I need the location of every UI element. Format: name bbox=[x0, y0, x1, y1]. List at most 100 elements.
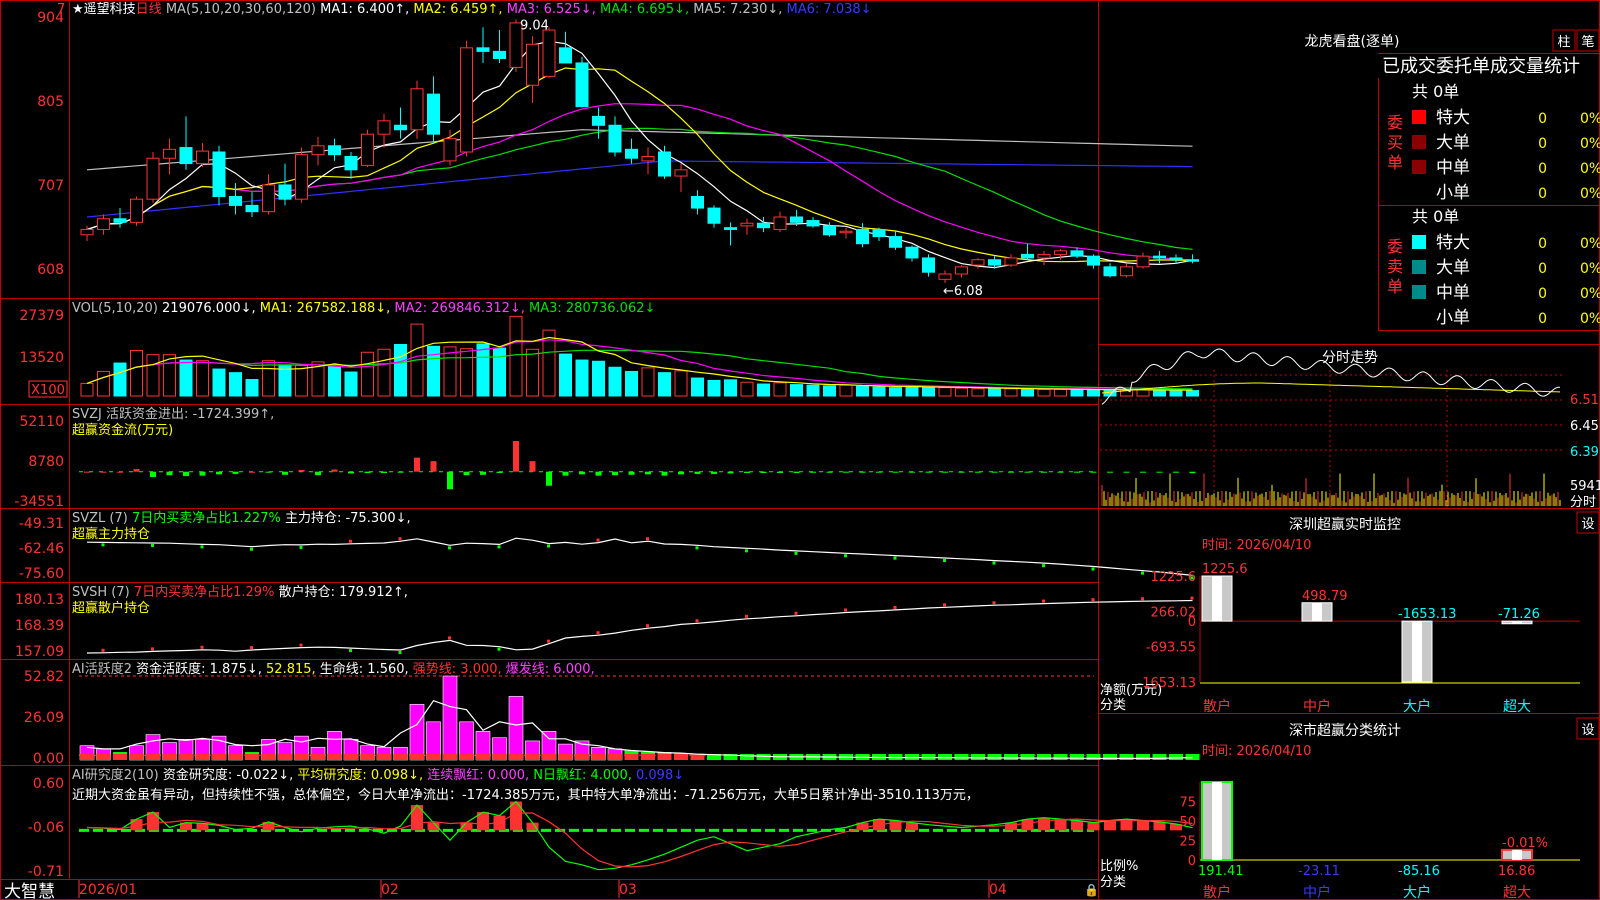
ai2-header: AI研究度2(10) 资金研究度: -0.022↓, 平均研究度: 0.098↓… bbox=[72, 767, 684, 783]
volume-bar bbox=[625, 370, 638, 397]
svsh-header-item: SVSH (7) bbox=[72, 585, 130, 600]
volume-bar bbox=[872, 386, 886, 397]
ai1-ytick: 52.82 bbox=[24, 669, 64, 685]
volume-bar bbox=[146, 354, 160, 397]
candle bbox=[625, 148, 638, 159]
fenshi-ytick: 6.45 bbox=[1570, 419, 1599, 434]
volume-bar bbox=[757, 383, 770, 397]
svzl-marker bbox=[200, 545, 204, 549]
classify-category: 大户 bbox=[1403, 884, 1431, 900]
volume-bar bbox=[113, 362, 127, 397]
sell-row-name: 小单 bbox=[1436, 308, 1470, 328]
volume-bar bbox=[245, 379, 259, 397]
svzj-ytick: -34551 bbox=[14, 494, 64, 510]
svzj-bar bbox=[1189, 471, 1196, 474]
svzj-ytick: 52110 bbox=[19, 414, 64, 430]
ai1-avg-line bbox=[86, 699, 1193, 760]
volume-bar bbox=[361, 351, 374, 397]
svzj-bar bbox=[496, 471, 503, 474]
svzj-bar bbox=[1008, 471, 1014, 473]
candle bbox=[955, 266, 968, 275]
ai1-base bbox=[212, 754, 226, 760]
ai-research-plot bbox=[79, 800, 1193, 871]
candle bbox=[328, 145, 341, 156]
ai1-base bbox=[674, 754, 688, 760]
ai1-base bbox=[80, 754, 94, 760]
candle bbox=[97, 218, 110, 230]
volume-bar bbox=[262, 360, 275, 397]
ai2-comment: 近期大资金虽有异动，但持续性不强，总体偏空，今日大单净流出：-1724.385万… bbox=[72, 787, 979, 803]
svsh-line bbox=[86, 599, 1193, 654]
ai1-base bbox=[1053, 754, 1068, 760]
svsh-marker bbox=[448, 636, 451, 640]
ai1-base bbox=[278, 754, 292, 760]
svzj-bar bbox=[760, 471, 767, 474]
candle bbox=[1153, 255, 1166, 259]
ai2-ytick: -0.06 bbox=[28, 820, 64, 836]
classify-ytick: 25 bbox=[1179, 835, 1196, 850]
candle bbox=[1103, 266, 1117, 277]
svsh-marker bbox=[1141, 597, 1144, 601]
main-header-item: MA2: 6.459↑, bbox=[409, 2, 502, 17]
sell-row-value: 0 bbox=[1538, 261, 1547, 277]
ai1-base bbox=[1020, 754, 1035, 760]
ai1-base bbox=[113, 754, 127, 760]
svzj-bar bbox=[1041, 471, 1047, 473]
ai2-header-item: 资金研究度: -0.022↓, bbox=[159, 767, 294, 783]
candle bbox=[641, 155, 655, 162]
svzj-bar bbox=[1107, 471, 1113, 473]
ai1-base bbox=[492, 754, 507, 760]
ai1-base bbox=[542, 754, 556, 760]
svsh-marker bbox=[695, 619, 699, 623]
classify-value-label: 16.86 bbox=[1498, 864, 1535, 879]
volume-bar bbox=[938, 387, 952, 397]
svzj-bar bbox=[364, 471, 371, 474]
candle bbox=[1136, 255, 1150, 268]
svzl-marker bbox=[1141, 571, 1144, 575]
svzj-bar bbox=[925, 471, 932, 473]
svzj-bar bbox=[447, 471, 453, 490]
candle bbox=[311, 145, 325, 156]
svzj-bar bbox=[628, 471, 635, 475]
candle bbox=[691, 196, 704, 209]
candle bbox=[1120, 266, 1133, 277]
monitor-bar-highlight bbox=[1412, 621, 1422, 682]
svzj-bar bbox=[513, 441, 519, 472]
svzj-bar bbox=[727, 471, 734, 474]
candle bbox=[856, 228, 869, 245]
candle bbox=[1021, 253, 1034, 259]
fenshi-panel: 分时走势 6.51 6.45 6.39 5941 分时 bbox=[1100, 348, 1600, 510]
ai1-base bbox=[426, 754, 441, 760]
svzj-bar bbox=[694, 471, 701, 474]
svzl-header-item: SVZL (7) bbox=[72, 511, 128, 526]
ai1-bar bbox=[442, 675, 458, 761]
bar-mode-label: 柱 bbox=[1557, 35, 1570, 50]
lock-icon[interactable]: 🔒 bbox=[1084, 883, 1099, 897]
candle bbox=[460, 47, 473, 153]
candle bbox=[988, 259, 1001, 266]
monitor-settings-label: 设 bbox=[1581, 517, 1594, 532]
svzl-line bbox=[86, 537, 1193, 576]
x-label: 02 bbox=[381, 882, 399, 898]
volume-bar bbox=[1169, 389, 1183, 397]
svzj-bar bbox=[1074, 471, 1080, 473]
svzl-marker bbox=[398, 537, 402, 541]
candle bbox=[212, 151, 226, 198]
vol-header-item: MA2: 269846.312↓, bbox=[390, 301, 525, 316]
svzl-marker bbox=[101, 543, 105, 547]
ai1-base bbox=[129, 754, 144, 760]
classify-bar-highlight bbox=[1512, 849, 1522, 860]
candle bbox=[674, 169, 688, 177]
kline-plot: 9.04 ←6.08 bbox=[80, 18, 1199, 299]
volume-bar bbox=[988, 387, 1001, 397]
candle bbox=[889, 236, 902, 248]
candle bbox=[80, 228, 94, 236]
monitor-value-label: 1225.6 bbox=[1202, 562, 1248, 577]
classify-ytick: 50 bbox=[1179, 815, 1196, 830]
ai1-base bbox=[443, 754, 457, 760]
svzj-bar bbox=[579, 471, 585, 475]
main-ytick: 608 bbox=[37, 262, 64, 278]
x-label: 2026/01 bbox=[79, 882, 137, 898]
buy-row-name: 大单 bbox=[1436, 133, 1470, 153]
volume-bar bbox=[1037, 388, 1051, 397]
